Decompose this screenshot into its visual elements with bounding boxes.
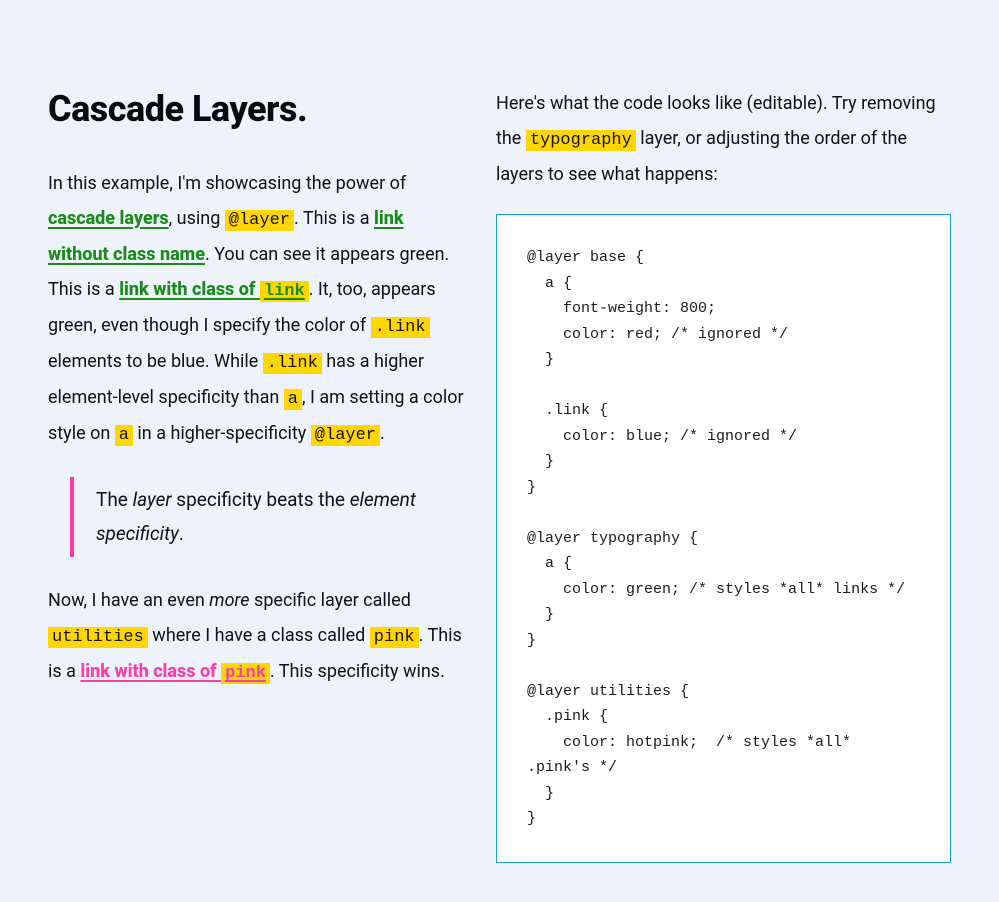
text: in a higher-specificity: [133, 423, 311, 444]
text: .: [179, 522, 184, 545]
cascade-layers-link[interactable]: cascade layers: [48, 208, 169, 229]
text: elements to be blue. While: [48, 351, 263, 372]
code-pink-classname: pink: [221, 663, 270, 684]
code-a: a: [115, 425, 133, 446]
emphasis-layer: layer: [133, 488, 172, 511]
code-utilities: utilities: [48, 627, 148, 648]
code-at-layer: @layer: [225, 210, 294, 231]
page-container: Cascade Layers. In this example, I'm sho…: [0, 0, 999, 902]
emphasis-more: more: [209, 590, 249, 611]
text: where I have a class called: [148, 625, 370, 646]
text: specific layer called: [250, 590, 411, 611]
page-title: Cascade Layers.: [48, 90, 468, 130]
text: .: [380, 423, 385, 444]
text: specificity beats the: [172, 488, 350, 511]
text: In this example, I'm showcasing the powe…: [48, 173, 406, 194]
link-text: link with class of: [119, 279, 260, 300]
code-link-classname: link: [260, 281, 309, 302]
text: , using: [169, 208, 225, 229]
link-with-class-link[interactable]: link with class of link: [119, 279, 309, 300]
text: . This specificity wins.: [270, 661, 445, 682]
code-dot-link: .link: [263, 353, 322, 374]
code-typography: typography: [526, 130, 636, 151]
code-at-layer: @layer: [311, 425, 380, 446]
code-a: a: [284, 389, 302, 410]
text: The: [96, 488, 133, 511]
blockquote-callout: The layer specificity beats the element …: [70, 477, 468, 557]
intro-paragraph: In this example, I'm showcasing the powe…: [48, 166, 468, 453]
text: . This is a: [294, 208, 374, 229]
code-pink: pink: [370, 627, 419, 648]
code-dot-link: .link: [371, 317, 430, 338]
css-code-editor[interactable]: @layer base { a { font-weight: 800; colo…: [496, 214, 951, 863]
link-with-class-pink[interactable]: link with class of pink: [80, 661, 270, 682]
link-text: link with class of: [80, 661, 221, 682]
text: Now, I have an even: [48, 590, 209, 611]
second-paragraph: Now, I have an even more specific layer …: [48, 583, 468, 690]
code-intro-paragraph: Here's what the code looks like (editabl…: [496, 86, 951, 192]
right-column: Here's what the code looks like (editabl…: [496, 40, 951, 863]
left-column: Cascade Layers. In this example, I'm sho…: [48, 40, 468, 710]
